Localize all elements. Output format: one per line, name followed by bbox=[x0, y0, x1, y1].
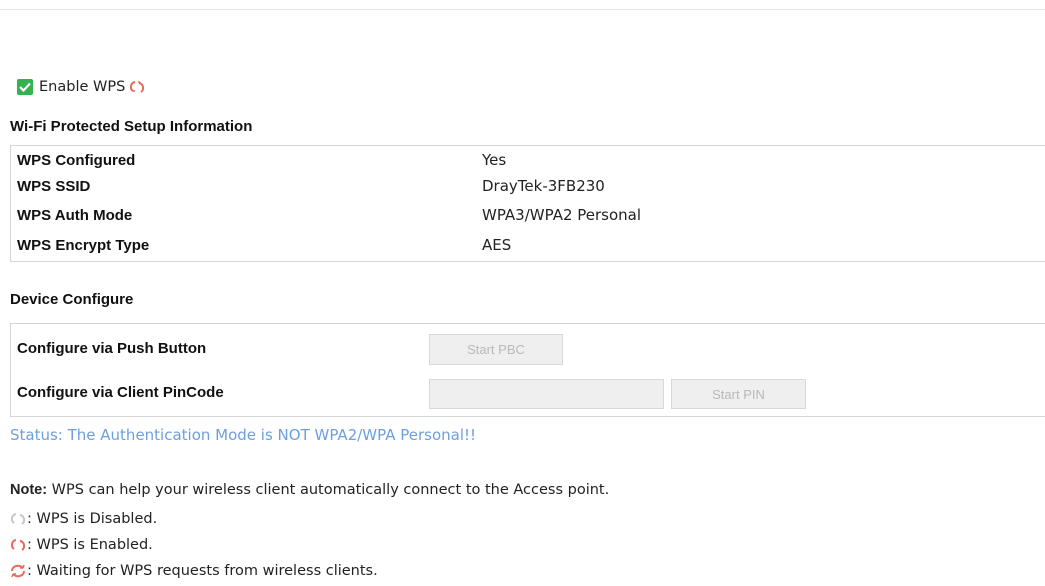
info-value: Yes bbox=[482, 151, 507, 169]
enable-wps-checkbox[interactable] bbox=[17, 79, 33, 95]
info-label: WPS Auth Mode bbox=[17, 206, 133, 224]
device-configure-table: Configure via Push Button Start PBC Conf… bbox=[10, 323, 1045, 417]
legend-text: : Waiting for WPS requests from wireless… bbox=[27, 563, 378, 579]
legend-waiting: : Waiting for WPS requests from wireless… bbox=[10, 563, 378, 579]
table-row: WPS Encrypt Type AES bbox=[17, 234, 1045, 256]
info-value: WPA3/WPA2 Personal bbox=[482, 206, 642, 224]
wps-waiting-icon bbox=[11, 564, 25, 578]
enable-wps-row[interactable]: Enable WPS bbox=[17, 77, 145, 97]
wps-disabled-icon bbox=[10, 513, 26, 525]
info-label: WPS Encrypt Type bbox=[17, 236, 150, 254]
wps-info-table: WPS Configured Yes WPS SSID DrayTek-3FB2… bbox=[10, 145, 1045, 262]
info-label: WPS Configured bbox=[17, 151, 136, 169]
legend-text: : WPS is Disabled. bbox=[27, 511, 158, 527]
legend-enabled: : WPS is Enabled. bbox=[10, 537, 153, 553]
table-row: WPS Configured Yes bbox=[17, 149, 1045, 171]
pincode-input[interactable] bbox=[429, 379, 664, 409]
push-button-label: Configure via Push Button bbox=[17, 340, 207, 357]
wps-enabled-icon bbox=[10, 539, 26, 551]
table-row: WPS SSID DrayTek-3FB230 bbox=[17, 175, 1045, 197]
note-body: WPS can help your wireless client automa… bbox=[47, 482, 610, 498]
device-configure-title: Device Configure bbox=[10, 291, 134, 308]
status-message: Status: The Authentication Mode is NOT W… bbox=[10, 426, 477, 444]
info-value: DrayTek-3FB230 bbox=[482, 177, 605, 195]
info-label: WPS SSID bbox=[17, 177, 91, 195]
legend-text: : WPS is Enabled. bbox=[27, 537, 153, 553]
enable-wps-label: Enable WPS bbox=[39, 79, 126, 95]
table-row: WPS Auth Mode WPA3/WPA2 Personal bbox=[17, 204, 1045, 226]
info-section-title: Wi-Fi Protected Setup Information bbox=[10, 118, 253, 135]
wps-enabled-icon bbox=[130, 80, 145, 94]
legend-disabled: : WPS is Disabled. bbox=[10, 511, 157, 527]
start-pbc-button[interactable]: Start PBC bbox=[429, 334, 563, 365]
note-prefix: Note: bbox=[10, 482, 48, 498]
start-pin-button[interactable]: Start PIN bbox=[671, 379, 806, 409]
top-divider bbox=[0, 9, 1045, 10]
note-text: Note: WPS can help your wireless client … bbox=[10, 482, 609, 498]
pincode-label: Configure via Client PinCode bbox=[17, 384, 224, 401]
info-value: AES bbox=[482, 236, 512, 254]
